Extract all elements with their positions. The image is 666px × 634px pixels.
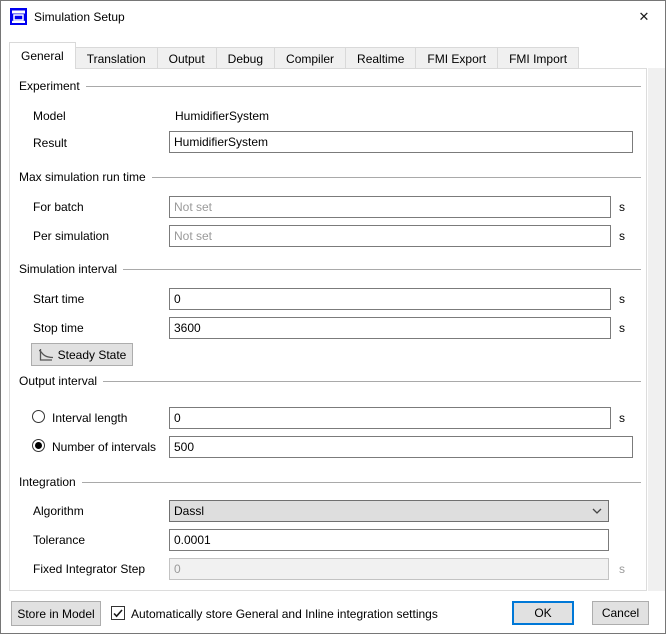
tab-general[interactable]: General: [9, 42, 76, 69]
stop-time-label: Stop time: [33, 321, 84, 335]
store-in-model-button[interactable]: Store in Model: [11, 601, 101, 626]
stop-time-unit: s: [619, 321, 625, 335]
section-title: Integration: [19, 475, 76, 489]
algorithm-value: Dassl: [174, 504, 590, 518]
tab-fmi-import[interactable]: FMI Import: [498, 47, 579, 69]
start-time-input[interactable]: [169, 288, 611, 310]
section-max-run-time: Max simulation run time: [19, 170, 641, 184]
check-icon: [112, 608, 124, 619]
start-time-unit: s: [619, 292, 625, 306]
fixed-integrator-step-input: [169, 558, 609, 580]
window-title: Simulation Setup: [34, 1, 125, 33]
tab-bar: General Translation Output Debug Compile…: [9, 42, 579, 69]
steady-state-curve-icon: [38, 348, 54, 362]
number-of-intervals-label: Number of intervals: [52, 440, 156, 454]
store-in-model-label: Store in Model: [17, 607, 94, 621]
section-experiment: Experiment: [19, 79, 641, 93]
per-simulation-label: Per simulation: [33, 229, 109, 243]
for-batch-unit: s: [619, 200, 625, 214]
steady-state-button[interactable]: Steady State: [31, 343, 133, 366]
fixed-integrator-step-label: Fixed Integrator Step: [33, 562, 145, 576]
section-title: Simulation interval: [19, 262, 117, 276]
section-title: Output interval: [19, 374, 97, 388]
interval-length-input[interactable]: [169, 407, 611, 429]
interval-length-unit: s: [619, 411, 625, 425]
section-divider: [152, 177, 641, 178]
section-title: Experiment: [19, 79, 80, 93]
ok-label: OK: [534, 606, 551, 620]
fixed-integrator-step-unit: s: [619, 562, 625, 576]
section-divider: [82, 482, 641, 483]
per-simulation-input[interactable]: [169, 225, 611, 247]
start-time-label: Start time: [33, 292, 84, 306]
tab-translation[interactable]: Translation: [76, 47, 158, 69]
model-value: HumidifierSystem: [175, 109, 269, 123]
for-batch-input[interactable]: [169, 196, 611, 218]
section-divider: [123, 269, 641, 270]
steady-state-label: Steady State: [58, 348, 127, 362]
interval-length-radio[interactable]: [32, 410, 45, 423]
result-label: Result: [33, 136, 67, 150]
stop-time-input[interactable]: [169, 317, 611, 339]
number-of-intervals-radio[interactable]: [32, 439, 45, 452]
close-icon[interactable]: ✕: [631, 1, 657, 33]
result-input[interactable]: [169, 131, 633, 153]
model-label: Model: [33, 109, 66, 123]
simulation-setup-icon: [10, 8, 27, 25]
tab-output[interactable]: Output: [158, 47, 217, 69]
simulation-setup-dialog: Simulation Setup ✕ General Translation O…: [0, 0, 666, 634]
section-title: Max simulation run time: [19, 170, 146, 184]
tolerance-label: Tolerance: [33, 533, 85, 547]
section-integration: Integration: [19, 475, 641, 489]
ok-button[interactable]: OK: [512, 601, 574, 625]
titlebar: Simulation Setup ✕: [1, 1, 665, 33]
tab-realtime[interactable]: Realtime: [346, 47, 416, 69]
cancel-label: Cancel: [602, 606, 639, 620]
tab-compiler[interactable]: Compiler: [275, 47, 346, 69]
per-simulation-unit: s: [619, 229, 625, 243]
section-output-interval: Output interval: [19, 374, 641, 388]
cancel-button[interactable]: Cancel: [592, 601, 649, 625]
tab-debug[interactable]: Debug: [217, 47, 275, 69]
section-divider: [86, 86, 641, 87]
interval-length-label: Interval length: [52, 411, 127, 425]
section-simulation-interval: Simulation interval: [19, 262, 641, 276]
for-batch-label: For batch: [33, 200, 84, 214]
auto-store-checkbox-label[interactable]: Automatically store General and Inline i…: [131, 607, 438, 621]
tab-fmi-export[interactable]: FMI Export: [416, 47, 498, 69]
dialog-background-strip: [648, 68, 666, 591]
tolerance-input[interactable]: [169, 529, 609, 551]
algorithm-dropdown[interactable]: Dassl: [169, 500, 609, 522]
algorithm-label: Algorithm: [33, 504, 84, 518]
number-of-intervals-input[interactable]: [169, 436, 633, 458]
chevron-down-icon: [590, 504, 604, 518]
section-divider: [103, 381, 641, 382]
auto-store-checkbox[interactable]: [111, 606, 125, 620]
